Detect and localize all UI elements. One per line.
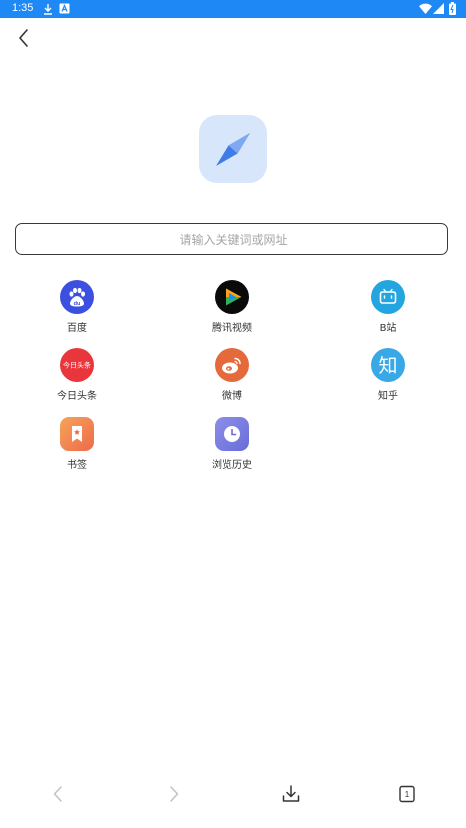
shortcut-label: 浏览历史 [212, 460, 252, 471]
chevron-left-icon [53, 786, 62, 802]
shortcut-bilibili[interactable]: B站 [348, 280, 428, 334]
nav-forward-button[interactable] [162, 782, 186, 806]
search-bar[interactable] [15, 223, 451, 256]
shortcut-label: 今日头条 [57, 391, 97, 402]
battery-icon [449, 2, 456, 18]
tabs-button[interactable]: 1 [395, 782, 419, 806]
svg-text:du: du [74, 301, 81, 307]
compass-icon [216, 133, 250, 166]
zhihu-icon: 知 [371, 348, 405, 382]
baidu-icon: du [60, 280, 94, 314]
shortcut-label: 百度 [67, 323, 87, 334]
nav-back-button[interactable] [46, 782, 70, 806]
download-icon [42, 3, 54, 18]
svg-text:今日头条: 今日头条 [63, 361, 91, 370]
shortcut-tencent-video[interactable]: 腾讯视频 [192, 280, 272, 334]
shortcut-label: B站 [379, 323, 397, 334]
tab-count: 1 [405, 790, 410, 799]
shortcut-label: 微博 [222, 391, 242, 402]
shortcut-history[interactable]: 浏览历史 [192, 417, 272, 471]
app-notification-icon [59, 3, 70, 17]
shortcut-label: 腾讯视频 [212, 323, 252, 334]
wifi-icon [419, 3, 432, 17]
browser-logo [199, 115, 267, 183]
chevron-right-icon [170, 786, 179, 802]
tencent-video-icon [215, 280, 249, 314]
weibo-icon [215, 348, 249, 382]
history-icon [215, 417, 249, 451]
shortcut-label: 书签 [67, 460, 87, 471]
tabs-icon: 1 [399, 785, 415, 803]
toutiao-icon: 今日头条 [60, 348, 94, 382]
back-button[interactable] [12, 26, 36, 50]
shortcut-baidu[interactable]: du 百度 [37, 280, 117, 334]
shortcut-weibo[interactable]: 微博 [192, 348, 272, 402]
cellular-signal-icon [433, 3, 444, 17]
downloads-button[interactable] [279, 782, 303, 806]
chevron-left-icon [19, 29, 28, 47]
download-tray-icon [282, 785, 300, 802]
status-bar: 1:35 [0, 0, 466, 18]
shortcut-bookmarks[interactable]: 书签 [37, 417, 117, 471]
shortcut-zhihu[interactable]: 知 知乎 [348, 348, 428, 402]
shortcut-toutiao[interactable]: 今日头条 今日头条 [37, 348, 117, 402]
shortcut-label: 知乎 [378, 391, 398, 402]
search-input[interactable] [16, 224, 451, 256]
status-time: 1:35 [12, 2, 34, 14]
bilibili-icon [371, 280, 405, 314]
bookmark-icon [60, 417, 94, 451]
svg-text:知: 知 [378, 355, 397, 377]
